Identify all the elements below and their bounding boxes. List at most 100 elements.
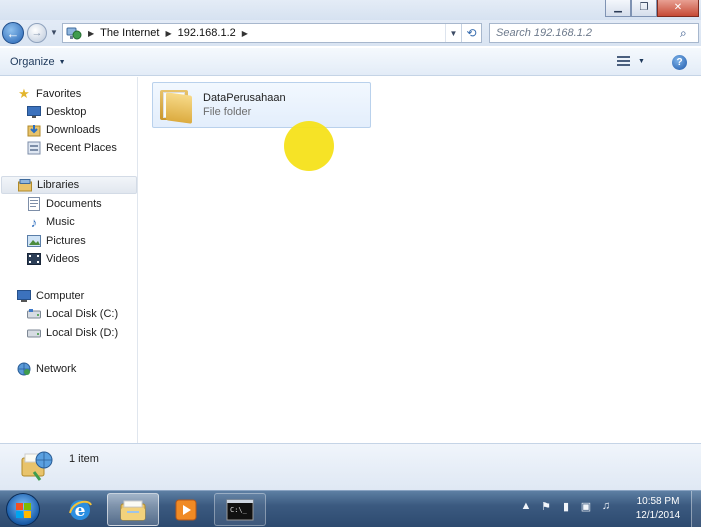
recent-places-icon bbox=[26, 140, 42, 156]
search-input[interactable]: Search 192.168.1.2 bbox=[496, 27, 680, 39]
nav-item-label: Local Disk (C:) bbox=[46, 308, 119, 320]
refresh-button[interactable]: ⟲ bbox=[461, 24, 481, 42]
maximize-button[interactable]: ❐ bbox=[631, 0, 657, 17]
network-status-icon[interactable]: ▣ bbox=[580, 499, 592, 513]
breadcrumb-the-internet[interactable]: The Internet bbox=[100, 27, 159, 39]
folder-icon bbox=[158, 88, 194, 124]
network-folder-icon bbox=[20, 448, 54, 484]
help-button[interactable]: ? bbox=[672, 55, 687, 70]
chevron-down-icon[interactable]: ▼ bbox=[638, 58, 645, 65]
window-title-bar[interactable]: ▁ ❐ ✕ bbox=[0, 0, 701, 20]
nav-item-label: Desktop bbox=[46, 106, 87, 118]
nav-computer[interactable]: Computer bbox=[16, 287, 84, 305]
organize-menu-button[interactable]: Organize ▼ bbox=[10, 56, 66, 68]
nav-item-documents[interactable]: Documents bbox=[26, 195, 102, 213]
nav-item-label: Local Disk (D:) bbox=[46, 327, 119, 339]
chevron-down-icon: ▼ bbox=[449, 28, 458, 38]
nav-item-desktop[interactable]: Desktop bbox=[26, 103, 86, 121]
taskbar-command-prompt[interactable]: C:\_ bbox=[214, 493, 266, 526]
clock-time: 10:58 PM bbox=[636, 496, 680, 507]
refresh-icon: ⟲ bbox=[466, 26, 477, 40]
taskbar-internet-explorer[interactable]: e bbox=[54, 493, 106, 526]
address-bar-controls: ▼ ⟲ bbox=[445, 24, 481, 42]
address-bar[interactable]: ▶ The Internet ▶ 192.168.1.2 ▶ ▼ ⟲ bbox=[62, 23, 482, 43]
back-button[interactable]: ← bbox=[2, 22, 24, 44]
internet-explorer-icon: e bbox=[69, 499, 92, 521]
documents-icon bbox=[26, 196, 42, 212]
show-desktop-button[interactable] bbox=[691, 491, 701, 527]
drive-d-icon bbox=[26, 325, 42, 341]
windows-logo-icon bbox=[16, 503, 32, 518]
windows-explorer-icon bbox=[120, 500, 146, 520]
close-icon: ✕ bbox=[673, 2, 683, 13]
music-icon: ♪ bbox=[30, 214, 38, 230]
nav-item-label: Music bbox=[46, 216, 75, 228]
chevron-down-icon: ▼ bbox=[50, 28, 58, 37]
downloads-icon bbox=[26, 122, 42, 138]
volume-icon[interactable]: ♫ bbox=[600, 499, 612, 513]
nav-network[interactable]: Network bbox=[16, 360, 76, 378]
close-button[interactable]: ✕ bbox=[657, 0, 699, 17]
nav-item-downloads[interactable]: Downloads bbox=[26, 121, 100, 139]
nav-item-pictures[interactable]: Pictures bbox=[26, 232, 86, 250]
nav-item-label: Documents bbox=[46, 198, 102, 210]
nav-item-label: Videos bbox=[46, 253, 80, 265]
breadcrumb-separator-icon[interactable]: ▶ bbox=[88, 29, 94, 38]
drive-c-icon bbox=[26, 306, 42, 322]
search-icon[interactable]: ⌕ bbox=[680, 26, 698, 41]
breadcrumb-ip-address[interactable]: 192.168.1.2 bbox=[178, 27, 236, 39]
nav-favorites-label: Favorites bbox=[36, 88, 82, 100]
nav-item-local-disk-d[interactable]: Local Disk (D:) bbox=[26, 324, 118, 342]
forward-button[interactable]: → bbox=[27, 23, 47, 43]
nav-item-label: Downloads bbox=[46, 124, 101, 136]
command-prompt-icon: C:\_ bbox=[226, 499, 254, 520]
notification-area: ▲ ⚑ ▮ ▣ ♫ bbox=[520, 499, 612, 513]
address-history-dropdown[interactable]: ▼ bbox=[445, 24, 461, 42]
help-icon: ? bbox=[676, 57, 683, 68]
organize-label: Organize bbox=[10, 56, 55, 68]
nav-item-local-disk-c[interactable]: Local Disk (C:) bbox=[26, 305, 118, 323]
command-bar: Organize ▼ ▼ ? bbox=[0, 47, 701, 76]
folder-item[interactable]: DataPerusahaan File folder bbox=[152, 82, 371, 128]
nav-favorites[interactable]: ★ Favorites bbox=[16, 85, 81, 103]
breadcrumb-separator-icon[interactable]: ▶ bbox=[242, 29, 248, 38]
minimize-button[interactable]: ▁ bbox=[605, 0, 631, 17]
clock-date: 12/1/2014 bbox=[635, 510, 681, 521]
svg-text:C:\_: C:\_ bbox=[230, 506, 248, 514]
folder-name: DataPerusahaan bbox=[203, 92, 286, 104]
pictures-icon bbox=[26, 233, 42, 249]
nav-item-recent-places[interactable]: Recent Places bbox=[26, 139, 117, 157]
nav-network-label: Network bbox=[36, 363, 77, 375]
battery-icon[interactable]: ▮ bbox=[560, 499, 572, 513]
navigation-pane[interactable]: ★ Favorites Desktop Downloads Recent Pla… bbox=[0, 77, 138, 443]
system-clock[interactable]: 10:58 PM 12/1/2014 bbox=[630, 495, 686, 523]
taskbar-media-player[interactable] bbox=[160, 493, 212, 526]
nav-computer-label: Computer bbox=[36, 290, 85, 302]
computer-icon bbox=[16, 288, 32, 304]
folder-type: File folder bbox=[203, 106, 252, 118]
nav-item-videos[interactable]: Videos bbox=[26, 250, 79, 268]
back-arrow-icon: ← bbox=[6, 25, 20, 41]
libraries-icon bbox=[17, 177, 33, 193]
search-box[interactable]: Search 192.168.1.2 ⌕ bbox=[489, 23, 699, 43]
file-list-pane[interactable]: DataPerusahaan File folder bbox=[139, 77, 701, 443]
folder-item-text: DataPerusahaan File folder bbox=[203, 92, 286, 118]
action-center-flag-icon[interactable]: ⚑ bbox=[540, 499, 552, 513]
show-hidden-icons-icon[interactable]: ▲ bbox=[520, 499, 532, 513]
nav-item-label: Pictures bbox=[46, 235, 86, 247]
breadcrumb-separator-icon[interactable]: ▶ bbox=[165, 29, 171, 38]
taskbar-windows-explorer[interactable] bbox=[107, 493, 159, 526]
view-options-icon bbox=[617, 56, 630, 67]
recent-pages-dropdown[interactable]: ▼ bbox=[50, 28, 58, 37]
start-button[interactable] bbox=[6, 493, 40, 526]
nav-libraries[interactable]: Libraries bbox=[1, 176, 137, 194]
videos-icon bbox=[26, 251, 42, 267]
caption-buttons: ▁ ❐ ✕ bbox=[605, 0, 699, 17]
details-pane: 1 item bbox=[0, 443, 701, 490]
nav-libraries-label: Libraries bbox=[37, 179, 80, 191]
change-view-button[interactable]: ▼ bbox=[617, 56, 645, 67]
minimize-icon: ▁ bbox=[614, 2, 622, 13]
navigation-bar: ← → ▼ ▶ The Internet ▶ 192.168.1.2 ▶ ▼ ⟲… bbox=[0, 20, 701, 46]
nav-item-music[interactable]: ♪ Music bbox=[26, 213, 75, 231]
taskbar: e C:\_ ▲ ⚑ ▮ ▣ ♫ 10:58 PM 12/1/2014 bbox=[0, 490, 701, 527]
